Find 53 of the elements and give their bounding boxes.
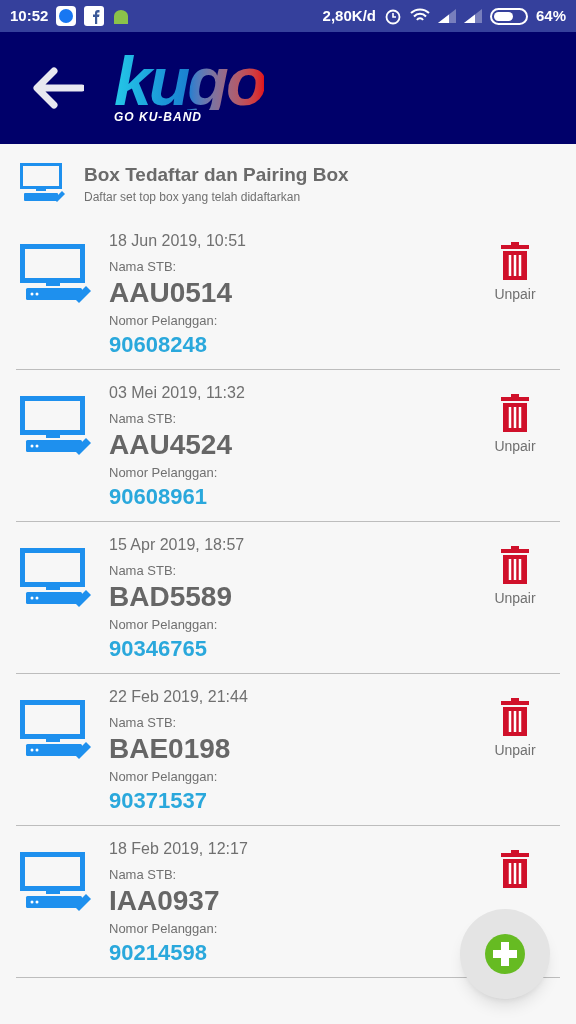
section-title: Box Tedaftar dan Pairing Box [84, 163, 349, 187]
customer-number-label: Nomor Pelanggan: [109, 616, 219, 634]
set-top-box-icon [20, 396, 92, 456]
set-top-box-icon [20, 700, 92, 760]
registration-date: 18 Jun 2019, 10:51 [109, 231, 247, 251]
network-speed: 2,80K/d [322, 5, 376, 26]
customer-number: 90608248 [109, 331, 208, 359]
battery-icon [489, 7, 528, 25]
unpair-button[interactable]: Unpair [480, 698, 550, 761]
logo-tagline: GO KU-BAND [114, 110, 202, 124]
registration-date: 22 Feb 2019, 21:44 [109, 687, 249, 707]
stb-name: AAU0514 [109, 276, 233, 310]
trash-icon [501, 698, 529, 736]
signal-icon [463, 9, 482, 23]
customer-number-label: Nomor Pelanggan: [109, 464, 219, 482]
customer-number: 90346765 [109, 635, 208, 663]
stb-name: AAU4524 [109, 428, 233, 462]
customer-number: 90371537 [109, 787, 208, 815]
customer-number-label: Nomor Pelanggan: [109, 920, 219, 938]
registration-date: 03 Mei 2019, 11:32 [109, 383, 246, 403]
set-top-box-icon [20, 852, 92, 912]
stb-name: BAE0198 [109, 732, 232, 766]
stb-name-label: Nama STB: [109, 410, 178, 428]
customer-number-label: Nomor Pelanggan: [109, 312, 219, 330]
stb-name: IAA0937 [109, 884, 221, 918]
customer-number-label: Nomor Pelanggan: [109, 768, 219, 786]
customer-number: 90608961 [109, 483, 208, 511]
unpair-button[interactable]: Unpair [480, 242, 550, 305]
battery-percent: 64% [535, 5, 566, 26]
signal-icon [437, 9, 456, 23]
set-top-box-icon [20, 548, 92, 608]
status-time: 10:52 [10, 5, 49, 26]
facebook-icon [84, 6, 105, 26]
stb-name: BAD5589 [109, 580, 233, 614]
unpair-button[interactable]: Unpair [480, 546, 550, 609]
stb-name-label: Nama STB: [109, 866, 178, 884]
stb-name-label: Nama STB: [109, 714, 178, 732]
registration-date: 15 Apr 2019, 18:57 [109, 535, 246, 555]
registration-date: 18 Feb 2019, 12:17 [109, 839, 249, 859]
unpair-button[interactable]: Unpair [480, 394, 550, 457]
customer-number: 90214598 [109, 939, 208, 967]
trash-icon [501, 242, 529, 280]
back-arrow-icon[interactable] [32, 67, 84, 109]
set-top-box-icon [20, 244, 92, 304]
trash-icon [501, 546, 529, 584]
trash-icon [501, 850, 529, 888]
section-subtitle: Daftar set top box yang telah didaftarkan [84, 189, 302, 206]
trash-icon [501, 394, 529, 432]
plus-icon [484, 933, 526, 975]
stb-name-label: Nama STB: [109, 562, 178, 580]
alarm-icon [383, 7, 402, 25]
stb-name-label: Nama STB: [109, 258, 178, 276]
set-top-box-icon [20, 163, 66, 205]
